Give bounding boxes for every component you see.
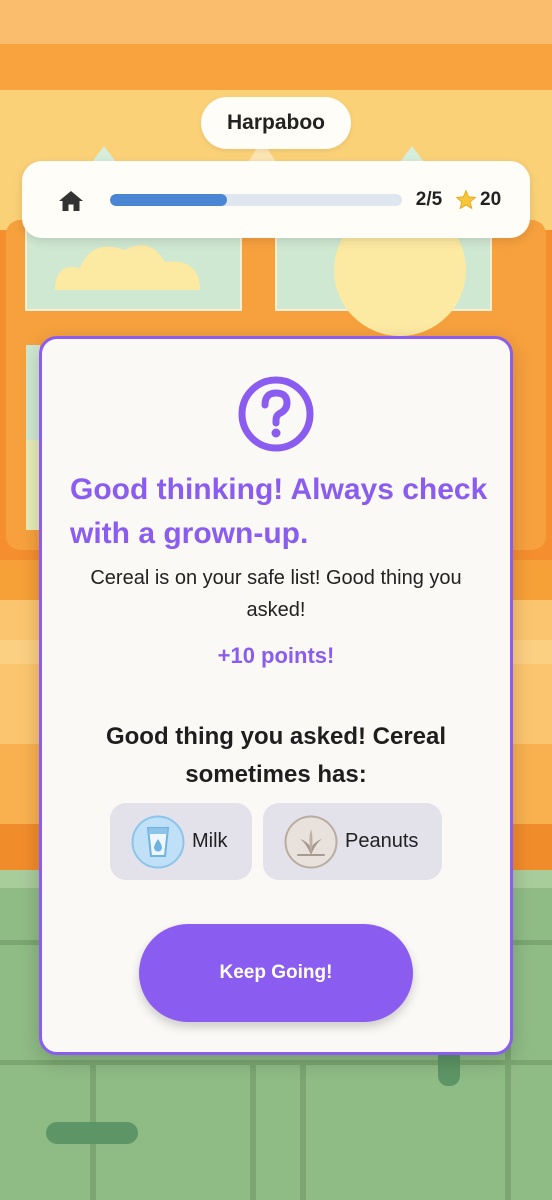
score-value: 20 (480, 189, 502, 210)
progress-bar (110, 194, 402, 206)
question-circle-icon (238, 376, 314, 452)
home-icon (59, 191, 83, 211)
allergen-chip-peanuts: Peanuts (263, 803, 442, 880)
keep-going-button[interactable]: Keep Going! (139, 924, 413, 1022)
allergen-label: Milk (192, 830, 228, 852)
star-icon (455, 189, 477, 210)
progress-bar-fill (110, 194, 227, 206)
milk-glass-icon (131, 815, 185, 868)
feedback-subtext: Cereal is on your safe list! Good thing … (90, 567, 462, 621)
character-name-pill: Harpaboo (201, 97, 351, 149)
points-earned: +10 points! (217, 643, 335, 668)
allergen-chip-milk: Milk (110, 803, 252, 880)
allergen-intro: Good thing you asked! Cereal sometimes h… (105, 723, 447, 788)
allergen-label: Peanuts (345, 830, 419, 852)
home-button[interactable] (54, 186, 88, 216)
feedback-headline: Good thinking! Always check with a grown… (70, 473, 488, 550)
character-name: Harpaboo (226, 111, 325, 134)
peanut-icon (284, 815, 338, 868)
progress-text: 2/5 (415, 189, 443, 210)
